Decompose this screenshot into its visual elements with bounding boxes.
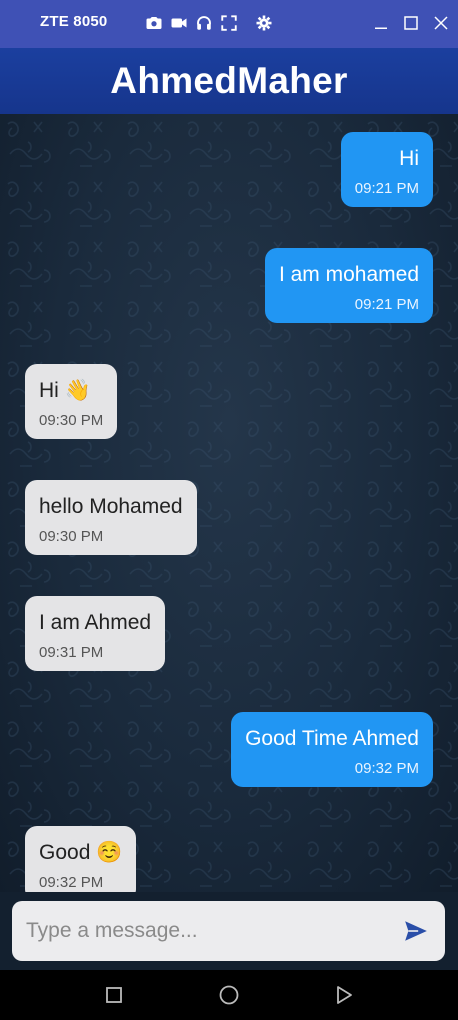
message-bubble-sent[interactable]: Hi 09:21 PM (340, 132, 433, 207)
chat-title: AhmedMaher (110, 60, 348, 101)
message-bubble-sent[interactable]: I am mohamed 09:21 PM (264, 248, 433, 323)
send-icon (405, 921, 427, 941)
back-icon[interactable] (333, 984, 355, 1006)
fullscreen-icon[interactable] (220, 14, 238, 32)
message-time: 09:21 PM (354, 180, 419, 197)
video-icon[interactable] (170, 14, 188, 32)
message-input[interactable] (26, 915, 386, 947)
message-time: 09:21 PM (354, 296, 419, 313)
message-text: Good ☺️ (39, 841, 123, 864)
close-icon[interactable] (432, 14, 450, 32)
maximize-icon[interactable] (402, 14, 420, 32)
message-bubble-received[interactable]: I am Ahmed 09:31 PM (25, 596, 166, 671)
message-time: 09:31 PM (39, 644, 104, 661)
minimize-icon[interactable] (372, 14, 390, 32)
message-composer (0, 892, 458, 970)
message-time: 09:30 PM (39, 528, 104, 545)
emulator-title-bar: ZTE 8050 (0, 0, 458, 48)
headphones-icon[interactable] (195, 14, 213, 32)
chat-area[interactable]: Hi 09:21 PM I am mohamed 09:21 PM Hi 👋 0… (0, 114, 458, 892)
send-button[interactable] (401, 917, 431, 945)
message-time: 09:32 PM (354, 760, 419, 777)
message-bubble-received[interactable]: Good ☺️ 09:32 PM (25, 826, 137, 892)
message-text: hello Mohamed (39, 495, 183, 518)
message-input-container (12, 901, 445, 961)
home-icon[interactable] (218, 984, 240, 1006)
emulator-title: ZTE 8050 (40, 13, 108, 30)
message-text: I am mohamed (278, 263, 419, 286)
message-text: Hi (399, 147, 419, 170)
message-bubble-received[interactable]: Hi 👋 09:30 PM (25, 364, 118, 439)
message-time: 09:32 PM (39, 874, 104, 891)
android-nav-bar (0, 970, 458, 1020)
message-bubble-sent[interactable]: Good Time Ahmed 09:32 PM (231, 712, 433, 787)
gear-icon[interactable] (255, 14, 273, 32)
app-header: AhmedMaher (0, 48, 458, 114)
recent-apps-icon[interactable] (103, 984, 125, 1006)
message-bubble-received[interactable]: hello Mohamed 09:30 PM (25, 480, 197, 555)
message-text: Good Time Ahmed (245, 727, 419, 750)
message-text: I am Ahmed (39, 611, 152, 634)
message-time: 09:30 PM (39, 412, 104, 429)
camera-icon[interactable] (145, 14, 163, 32)
message-text: Hi 👋 (39, 379, 91, 402)
